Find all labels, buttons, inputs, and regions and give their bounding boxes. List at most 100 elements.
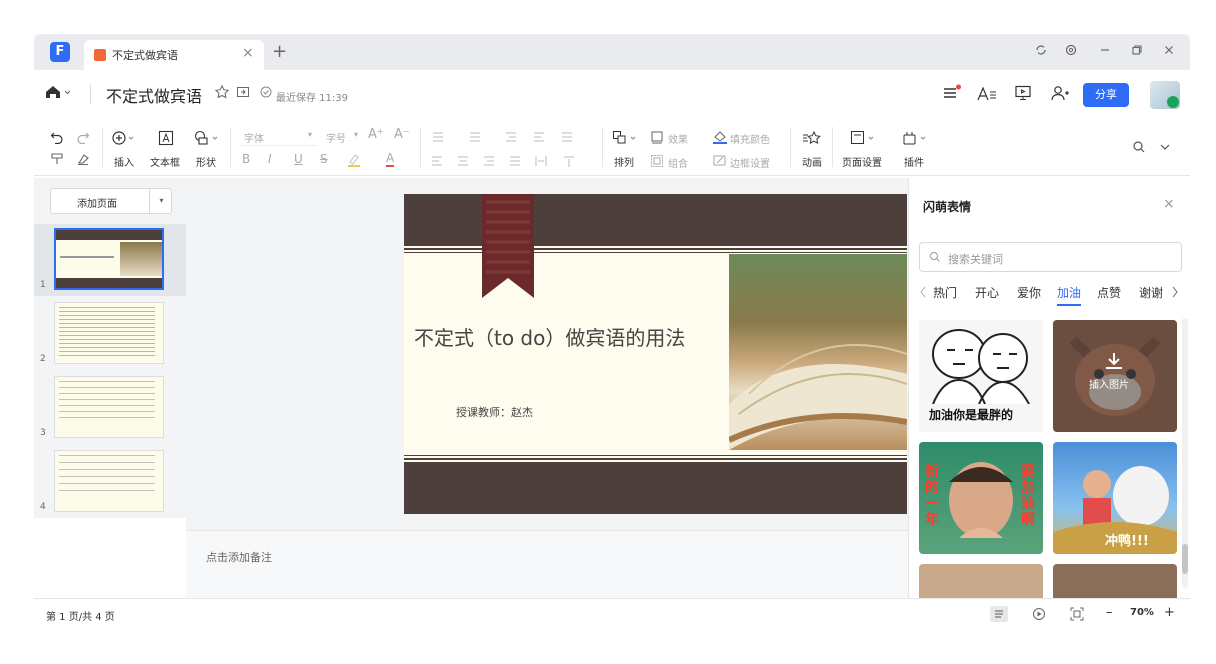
arrange-button[interactable]: 排列	[614, 154, 634, 169]
textbox-icon[interactable]	[158, 130, 174, 146]
bullet-list-icon[interactable]	[430, 130, 580, 144]
sticker-partial[interactable]	[1053, 564, 1177, 598]
menu-icon[interactable]	[942, 84, 962, 102]
font-family-select[interactable]: 字体 ▾	[240, 128, 318, 146]
star-icon[interactable]	[214, 84, 230, 100]
add-page-button[interactable]: 添加页面 ▾	[50, 188, 172, 214]
increase-font-icon[interactable]: A⁺	[368, 127, 384, 142]
sticker-cheer-1[interactable]: 加油你是最胖的	[919, 320, 1043, 432]
thumbnail-text-lines	[59, 307, 155, 359]
effect-icon[interactable]	[650, 130, 664, 144]
fill-color-button[interactable]: 填充颜色	[730, 131, 770, 146]
animation-icon[interactable]	[802, 130, 822, 146]
document-tab[interactable]: 不定式做宾语 ×	[84, 40, 264, 70]
italic-button[interactable]: I	[268, 152, 272, 166]
sync-icon[interactable]	[1034, 43, 1048, 57]
highlight-icon[interactable]	[346, 152, 362, 168]
clear-format-icon[interactable]	[76, 152, 90, 166]
font-size-select[interactable]: 字号 ▾	[324, 128, 364, 146]
home-icon[interactable]	[44, 84, 70, 100]
slide-thumbnail-2[interactable]	[54, 302, 164, 364]
restore-icon[interactable]	[1130, 43, 1144, 57]
slide[interactable]: 不定式（to do）做宾语的用法 授课教师：赵杰	[404, 194, 907, 514]
app-logo-icon[interactable]: F	[50, 42, 70, 62]
textbox-button[interactable]: 文本框	[150, 154, 180, 169]
presentation-icon[interactable]	[1014, 84, 1032, 102]
category-tab-cheer-active[interactable]: 加油	[1057, 284, 1081, 301]
sticker-cheer-3[interactable]: 新的一年 要加油啊	[919, 442, 1043, 554]
chevron-left-icon[interactable]	[919, 286, 927, 298]
sticker-search-input[interactable]: 搜索关键词	[919, 242, 1182, 272]
close-window-icon[interactable]	[1162, 43, 1176, 57]
border-settings-button[interactable]: 边框设置	[730, 155, 770, 170]
zoom-level[interactable]: 70%	[1130, 607, 1154, 618]
slide-thumbnail-1[interactable]	[54, 228, 164, 290]
text-style-icon[interactable]	[977, 86, 997, 102]
undo-icon[interactable]	[50, 130, 64, 144]
border-settings-icon[interactable]	[712, 154, 728, 168]
animation-button[interactable]: 动画	[802, 154, 822, 169]
sticker-cheer-2[interactable]: 插入图片	[1053, 320, 1177, 432]
shape-icon[interactable]	[194, 130, 220, 146]
zoom-in-button[interactable]: +	[1164, 605, 1175, 620]
add-page-label: 添加页面	[77, 199, 117, 210]
group-button[interactable]: 组合	[668, 155, 688, 170]
zoom-out-button[interactable]: –	[1106, 605, 1113, 620]
settings-icon[interactable]	[1064, 43, 1078, 57]
arrange-icon[interactable]	[612, 130, 638, 146]
align-left-icon[interactable]	[430, 154, 600, 168]
sticker-partial[interactable]	[919, 564, 1043, 598]
strikethrough-button[interactable]: S	[320, 152, 328, 166]
effect-button[interactable]: 效果	[668, 131, 688, 146]
page-setup-icon[interactable]	[850, 130, 876, 146]
insert-image-overlay[interactable]: 插入图片	[1053, 320, 1177, 432]
underline-button[interactable]: U	[294, 152, 303, 166]
fill-color-icon[interactable]	[712, 130, 728, 144]
slide-thumbnail-4[interactable]	[54, 450, 164, 512]
plugin-icon[interactable]	[902, 130, 928, 146]
share-button[interactable]: 分享	[1083, 83, 1129, 107]
plugin-button[interactable]: 插件	[904, 154, 924, 169]
sticker-text-right: 要加油啊	[1021, 464, 1035, 528]
page-setup-button[interactable]: 页面设置	[842, 154, 882, 169]
bookmark-ribbon-icon	[482, 194, 534, 298]
book-photo[interactable]	[729, 254, 907, 450]
slide-thumbnail-panel: 添加页面 ▾ 1 2 3 4	[34, 178, 186, 598]
chevron-right-icon[interactable]	[1171, 286, 1179, 298]
notes-toggle-icon[interactable]	[990, 606, 1008, 622]
category-tab-thanks[interactable]: 谢谢	[1139, 284, 1163, 301]
panel-scrollbar[interactable]	[1182, 318, 1188, 588]
search-icon[interactable]	[1132, 140, 1146, 154]
category-tab-like[interactable]: 点赞	[1097, 284, 1121, 301]
chevron-down-icon[interactable]: ▾	[149, 189, 173, 213]
format-painter-icon[interactable]	[50, 152, 64, 166]
category-tab-happy[interactable]: 开心	[975, 284, 999, 301]
document-title[interactable]: 不定式做宾语	[106, 83, 202, 107]
redo-icon[interactable]	[76, 130, 90, 144]
shape-button[interactable]: 形状	[196, 154, 216, 169]
bold-button[interactable]: B	[242, 152, 250, 166]
collapse-toolbar-icon[interactable]	[1158, 140, 1172, 154]
speaker-notes[interactable]: 点击添加备注	[186, 530, 918, 598]
minimize-icon[interactable]	[1098, 43, 1112, 57]
user-avatar[interactable]	[1150, 81, 1180, 109]
category-tab-love[interactable]: 爱你	[1017, 284, 1041, 301]
category-tab-hot[interactable]: 热门	[933, 284, 957, 301]
decrease-font-icon[interactable]: A⁻	[394, 127, 410, 142]
play-icon[interactable]	[1032, 607, 1046, 621]
add-collaborator-icon[interactable]	[1050, 84, 1070, 102]
group-icon[interactable]	[650, 154, 664, 168]
slide-thumbnail-3[interactable]	[54, 376, 164, 438]
tab-close-icon[interactable]: ×	[242, 45, 254, 61]
move-to-folder-icon[interactable]	[236, 85, 250, 99]
scrollbar-thumb[interactable]	[1182, 544, 1188, 574]
insert-icon[interactable]	[112, 130, 136, 146]
fit-screen-icon[interactable]	[1070, 607, 1084, 621]
close-icon[interactable]: ×	[1163, 196, 1175, 212]
insert-button[interactable]: 插入	[114, 154, 134, 169]
slide-subtitle[interactable]: 授课教师：赵杰	[456, 404, 533, 420]
font-color-button[interactable]: A	[386, 152, 395, 167]
sticker-cheer-4[interactable]: 冲鸭!!!	[1053, 442, 1177, 554]
slide-title[interactable]: 不定式（to do）做宾语的用法	[414, 322, 685, 351]
new-tab-button[interactable]: +	[272, 41, 287, 62]
